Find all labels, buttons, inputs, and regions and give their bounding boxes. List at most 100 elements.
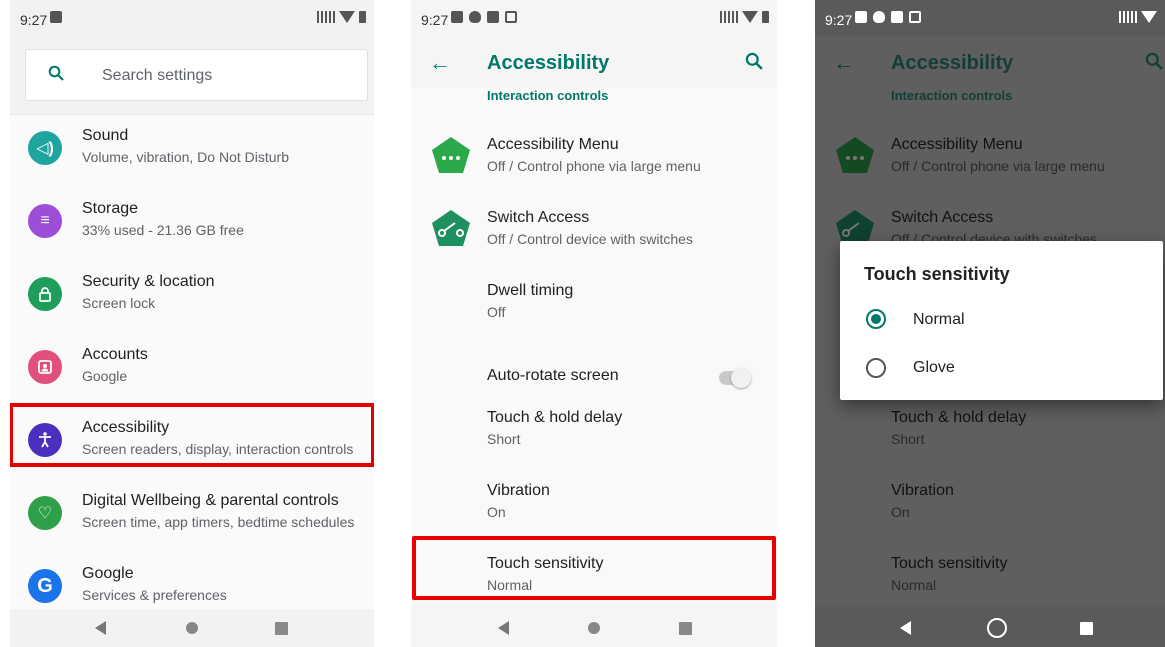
barcode-icon — [720, 11, 738, 23]
app-notification-icon — [487, 11, 499, 23]
dwell-timing-item[interactable]: Dwell timing Off — [411, 272, 777, 345]
search-settings-box[interactable]: Search settings — [25, 49, 368, 101]
image-notification-icon — [855, 11, 867, 23]
item-subtitle: Short — [487, 431, 521, 447]
settings-item-accessibility[interactable]: Accessibility Screen readers, display, i… — [10, 407, 374, 480]
wellbeing-icon: ♡ — [28, 496, 62, 530]
recents-nav-icon[interactable] — [679, 622, 692, 635]
wifi-icon — [742, 11, 758, 23]
battery-icon — [762, 11, 769, 23]
settings-item-subtitle: 33% used - 21.36 GB free — [82, 222, 244, 238]
settings-item-security[interactable]: Security & location Screen lock — [10, 261, 374, 334]
switch-access-icon — [432, 210, 470, 246]
accessibility-icon — [28, 423, 62, 457]
item-title: Accessibility Menu — [487, 136, 619, 153]
search-icon[interactable] — [1145, 52, 1163, 70]
item-title: Touch & hold delay — [487, 409, 623, 426]
search-icon — [48, 65, 64, 81]
settings-item-storage[interactable]: ≡ Storage 33% used - 21.36 GB free — [10, 188, 374, 261]
item-title: Auto-rotate screen — [487, 367, 619, 384]
dialog-title: Touch sensitivity — [864, 264, 1010, 284]
gallery-notification-icon — [909, 11, 921, 23]
accessibility-menu-item[interactable]: Accessibility Menu Off / Control phone v… — [411, 126, 777, 199]
search-icon[interactable] — [745, 52, 763, 70]
storage-icon: ≡ — [28, 204, 62, 238]
nav-bar — [815, 607, 1165, 647]
wifi-icon — [339, 11, 355, 23]
status-bar: 9:27 — [10, 0, 374, 36]
barcode-icon — [317, 11, 335, 23]
settings-item-digital-wellbeing[interactable]: ♡ Digital Wellbeing & parental controls … — [10, 480, 374, 553]
back-arrow-icon[interactable]: ← — [833, 50, 855, 76]
section-header: Interaction controls — [891, 88, 1013, 103]
item-title: Switch Access — [891, 209, 994, 226]
status-time: 9:27 — [825, 12, 853, 28]
radio-label: Glove — [913, 359, 955, 376]
settings-item-subtitle: Google — [82, 368, 128, 384]
recents-nav-icon[interactable] — [1080, 622, 1093, 635]
account-icon — [28, 350, 62, 384]
item-subtitle: On — [487, 504, 506, 520]
nav-bar — [10, 607, 374, 647]
lock-icon — [28, 277, 62, 311]
item-title: Dwell timing — [487, 282, 574, 299]
switch-access-item[interactable]: Switch Access Off / Control device with … — [411, 199, 777, 272]
image-notification-icon — [451, 11, 463, 23]
google-icon: G — [28, 569, 62, 603]
app-notification-icon — [891, 11, 903, 23]
item-subtitle: On — [891, 504, 910, 520]
vibration-item[interactable]: Vibration On — [411, 472, 777, 545]
home-nav-icon[interactable] — [987, 618, 1007, 638]
gallery-notification-icon — [505, 11, 517, 23]
auto-rotate-toggle[interactable] — [719, 368, 751, 388]
item-subtitle: Off / Control device with switches — [487, 231, 693, 247]
settings-item-title: Accounts — [82, 346, 148, 363]
settings-item-accounts[interactable]: Accounts Google — [10, 334, 374, 407]
settings-item-title: Sound — [82, 127, 129, 144]
touch-hold-delay-item[interactable]: Touch & hold delay Short — [411, 399, 777, 472]
volume-icon: ◁) — [28, 131, 62, 165]
accessibility-menu-icon — [836, 137, 874, 173]
status-time: 9:27 — [421, 12, 449, 28]
shield-notification-icon — [873, 11, 885, 23]
app-bar: ← Accessibility — [411, 36, 777, 94]
settings-list: ◁) Sound Volume, vibration, Do Not Distu… — [10, 114, 374, 609]
item-title: Touch & hold delay — [891, 409, 1027, 426]
search-placeholder: Search settings — [102, 67, 213, 84]
settings-item-subtitle: Services & preferences — [82, 587, 227, 603]
nav-bar — [411, 607, 777, 647]
radio-label: Normal — [913, 311, 965, 328]
settings-item-subtitle: Screen readers, display, interaction con… — [82, 441, 354, 457]
item-title: Touch sensitivity — [891, 555, 1008, 572]
status-bar: 9:27 — [815, 0, 1165, 36]
touch-sensitivity-dialog: Touch sensitivity Normal Glove — [840, 241, 1163, 400]
settings-item-sound[interactable]: ◁) Sound Volume, vibration, Do Not Distu… — [10, 115, 374, 188]
battery-icon — [359, 11, 366, 23]
status-time: 9:27 — [20, 12, 48, 28]
item-subtitle: Off / Control phone via large menu — [487, 158, 701, 174]
settings-item-title: Security & location — [82, 273, 215, 290]
wifi-icon — [1141, 11, 1157, 23]
item-title: Touch sensitivity — [487, 555, 604, 572]
page-title: Accessibility — [487, 52, 610, 74]
radio-button-unselected[interactable] — [866, 358, 886, 378]
touch-hold-delay-item: Touch & hold delay Short — [815, 399, 1165, 472]
back-nav-icon[interactable] — [498, 621, 509, 635]
back-nav-icon[interactable] — [900, 621, 911, 635]
settings-item-subtitle: Screen lock — [82, 295, 156, 311]
item-title: Vibration — [891, 482, 954, 499]
section-header: Interaction controls — [487, 88, 609, 103]
back-arrow-icon[interactable]: ← — [429, 50, 451, 76]
settings-item-title: Storage — [82, 200, 139, 217]
settings-item-title: Google — [82, 565, 134, 582]
recents-nav-icon[interactable] — [275, 622, 288, 635]
home-nav-icon[interactable] — [588, 622, 600, 634]
settings-screen: 9:27 Search settings ◁) Sound Volume, vi… — [10, 0, 374, 647]
home-nav-icon[interactable] — [186, 622, 198, 634]
accessibility-menu-icon — [432, 137, 470, 173]
item-title: Switch Access — [487, 209, 590, 226]
barcode-icon — [1119, 11, 1137, 23]
radio-button-selected[interactable] — [866, 309, 886, 329]
accessibility-menu-item: Accessibility Menu Off / Control phone v… — [815, 126, 1165, 199]
back-nav-icon[interactable] — [95, 621, 106, 635]
